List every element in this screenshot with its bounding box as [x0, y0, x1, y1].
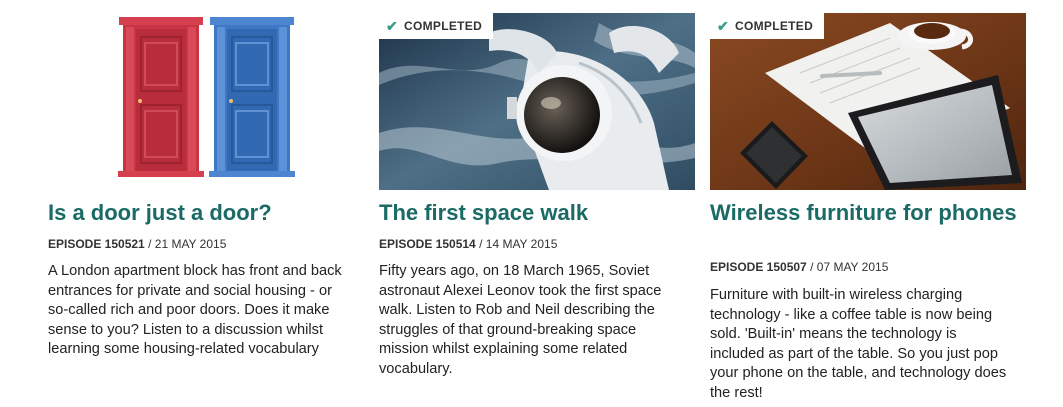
separator: /: [148, 237, 152, 251]
astronaut-illustration: [379, 13, 695, 190]
check-icon: ✔: [717, 17, 730, 34]
episode-number: EPISODE 150514: [379, 237, 476, 251]
episode-date: 07 MAY 2015: [816, 260, 889, 274]
table-tablet-phone-illustration: [710, 13, 1026, 190]
episode-meta: EPISODE 150521 / 21 MAY 2015: [48, 237, 226, 251]
completed-label: COMPLETED: [735, 19, 814, 33]
episode-image-spacewalk[interactable]: ✔ COMPLETED: [379, 13, 695, 190]
episode-number: EPISODE 150521: [48, 237, 145, 251]
check-icon: ✔: [386, 17, 399, 34]
episode-description: Furniture with built-in wireless chargin…: [710, 287, 1007, 401]
episode-title[interactable]: Wireless furniture for phones: [710, 201, 1026, 225]
episode-meta: EPISODE 150507 / 07 MAY 2015: [710, 260, 888, 274]
completed-badge: ✔ COMPLETED: [379, 13, 494, 39]
episode-title[interactable]: Is a door just a door?: [48, 201, 364, 225]
episode-description: A London apartment block has front and b…: [48, 263, 342, 358]
doors-illustration: [48, 13, 364, 190]
separator: /: [479, 237, 483, 251]
episode-image-furniture[interactable]: ✔ COMPLETED: [710, 13, 1026, 190]
separator: /: [810, 260, 814, 274]
episode-description: Fifty years ago, on 18 March 1965, Sovie…: [379, 263, 662, 377]
episode-title[interactable]: The first space walk: [379, 201, 695, 225]
completed-badge: ✔ COMPLETED: [710, 13, 825, 39]
episode-meta: EPISODE 150514 / 14 MAY 2015: [379, 237, 557, 251]
episode-number: EPISODE 150507: [710, 260, 807, 274]
episode-image-doors[interactable]: [48, 13, 364, 190]
episode-date: 14 MAY 2015: [485, 237, 558, 251]
completed-label: COMPLETED: [404, 19, 483, 33]
episode-date: 21 MAY 2015: [154, 237, 227, 251]
